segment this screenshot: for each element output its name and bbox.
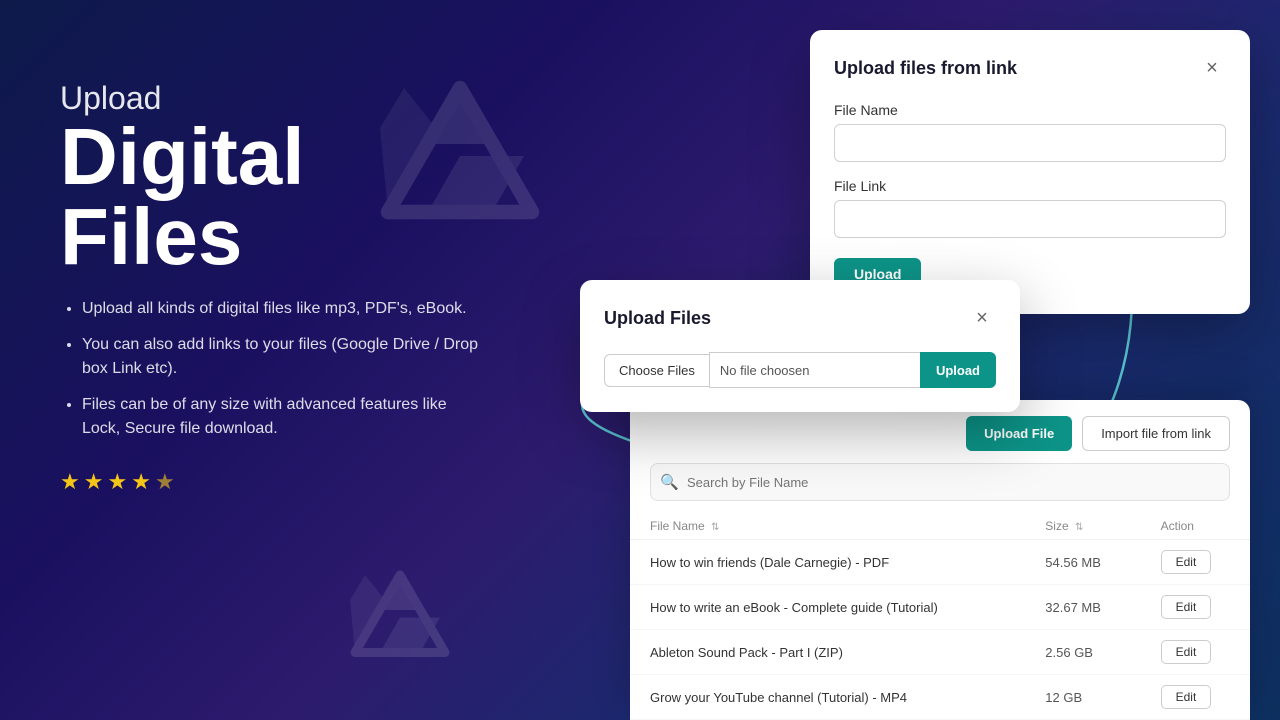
table-row: Grow your YouTube channel (Tutorial) - M… <box>630 675 1250 720</box>
file-link-group: File Link <box>834 178 1226 238</box>
col-size: Size ⇅ <box>1025 513 1140 540</box>
star-5: ★ <box>155 469 175 495</box>
edit-button[interactable]: Edit <box>1161 595 1212 619</box>
file-size-cell: 12 GB <box>1025 675 1140 720</box>
import-file-from-link-button[interactable]: Import file from link <box>1082 416 1230 451</box>
edit-button[interactable]: Edit <box>1161 640 1212 664</box>
edit-button[interactable]: Edit <box>1161 550 1212 574</box>
modal-files-title: Upload Files <box>604 308 711 329</box>
file-action-cell: Edit <box>1141 675 1250 720</box>
modal-files-header: Upload Files × <box>604 304 996 332</box>
bullet-list: Upload all kinds of digital files like m… <box>60 297 480 441</box>
main-title: DigitalFiles <box>60 117 480 277</box>
star-4: ★ <box>131 469 151 495</box>
sort-filename-icon[interactable]: ⇅ <box>711 522 719 533</box>
col-action: Action <box>1141 513 1250 540</box>
file-manager-panel: Upload File Import file from link 🔍 File… <box>630 400 1250 720</box>
bullet-2: You can also add links to your files (Go… <box>82 333 480 381</box>
bullet-1: Upload all kinds of digital files like m… <box>82 297 480 321</box>
file-action-cell: Edit <box>1141 540 1250 585</box>
choose-files-button[interactable]: Choose Files <box>604 354 709 387</box>
upload-file-button[interactable]: Upload File <box>966 416 1072 451</box>
star-2: ★ <box>84 469 104 495</box>
star-rating: ★ ★ ★ ★ ★ <box>60 469 480 495</box>
file-size-cell: 54.56 MB <box>1025 540 1140 585</box>
file-name-cell: How to write an eBook - Complete guide (… <box>630 585 1025 630</box>
search-input[interactable] <box>650 463 1230 501</box>
search-icon: 🔍 <box>660 473 679 491</box>
file-action-cell: Edit <box>1141 630 1250 675</box>
bg-drive-icon-2 <box>350 570 450 660</box>
modal-files-upload-button[interactable]: Upload <box>920 352 996 388</box>
file-size-cell: 2.56 GB <box>1025 630 1140 675</box>
col-filename: File Name ⇅ <box>630 513 1025 540</box>
modal-link-title: Upload files from link <box>834 58 1017 79</box>
file-chooser-row: Choose Files No file choosen Upload <box>604 352 996 388</box>
file-name-cell: How to win friends (Dale Carnegie) - PDF <box>630 540 1025 585</box>
star-3: ★ <box>107 469 127 495</box>
file-link-label: File Link <box>834 178 1226 194</box>
file-name-display: No file choosen <box>709 352 920 388</box>
upload-from-link-modal: Upload files from link × File Name File … <box>810 30 1250 314</box>
sort-size-icon[interactable]: ⇅ <box>1075 522 1083 533</box>
table-row: How to win friends (Dale Carnegie) - PDF… <box>630 540 1250 585</box>
table-row: Ableton Sound Pack - Part I (ZIP) 2.56 G… <box>630 630 1250 675</box>
file-action-cell: Edit <box>1141 585 1250 630</box>
upload-files-modal: Upload Files × Choose Files No file choo… <box>580 280 1020 412</box>
file-name-cell: Grow your YouTube channel (Tutorial) - M… <box>630 675 1025 720</box>
search-bar: 🔍 <box>650 463 1230 501</box>
file-table: File Name ⇅ Size ⇅ Action How to win fri… <box>630 513 1250 720</box>
file-name-group: File Name <box>834 102 1226 162</box>
file-name-cell: Ableton Sound Pack - Part I (ZIP) <box>630 630 1025 675</box>
file-size-cell: 32.67 MB <box>1025 585 1140 630</box>
bullet-3: Files can be of any size with advanced f… <box>82 393 480 441</box>
file-link-input[interactable] <box>834 200 1226 238</box>
file-name-label: File Name <box>834 102 1226 118</box>
left-panel: Upload DigitalFiles Upload all kinds of … <box>60 80 480 495</box>
table-row: How to write an eBook - Complete guide (… <box>630 585 1250 630</box>
modal-link-header: Upload files from link × <box>834 54 1226 82</box>
edit-button[interactable]: Edit <box>1161 685 1212 709</box>
modal-link-close-button[interactable]: × <box>1198 54 1226 82</box>
file-name-input[interactable] <box>834 124 1226 162</box>
star-1: ★ <box>60 469 80 495</box>
modal-files-close-button[interactable]: × <box>968 304 996 332</box>
